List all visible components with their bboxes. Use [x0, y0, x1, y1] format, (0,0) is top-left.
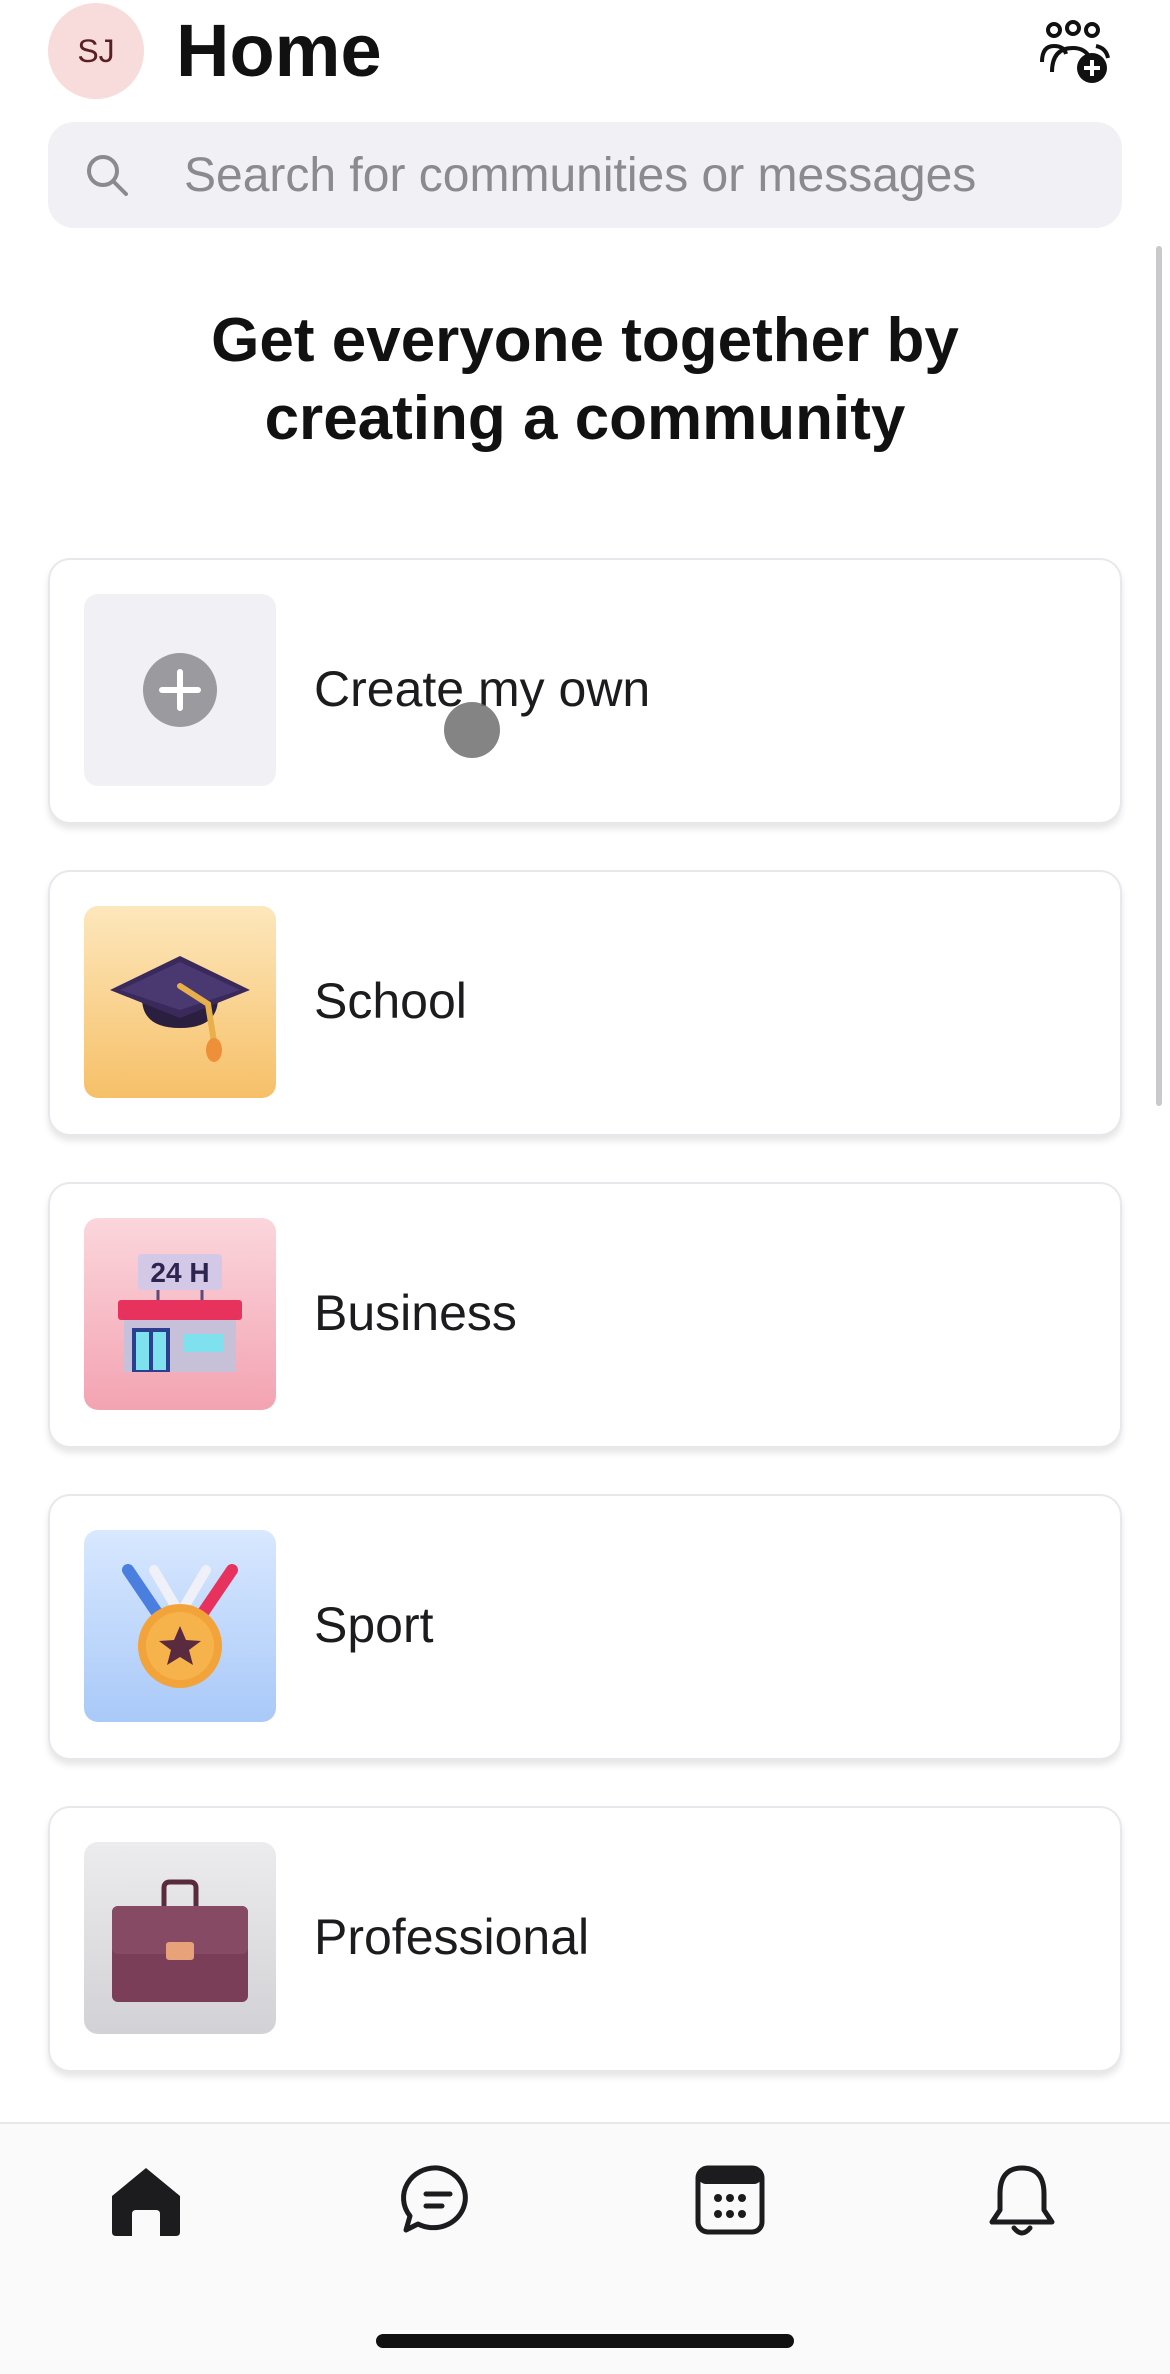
business-card[interactable]: 24 H Business — [48, 1182, 1122, 1448]
business-thumbnail: 24 H — [84, 1218, 276, 1410]
search-icon — [87, 155, 128, 196]
touch-indicator — [444, 702, 500, 758]
create-my-own-card[interactable]: Create my own — [48, 558, 1122, 824]
scrollbar[interactable] — [1156, 246, 1162, 1106]
graduation-cap-icon — [110, 956, 250, 1062]
create-thumbnail — [84, 594, 276, 786]
briefcase-icon — [112, 1879, 248, 2002]
storefront-24h-icon: 24 H — [118, 1254, 242, 1372]
home-indicator[interactable] — [376, 2334, 794, 2348]
professional-thumbnail — [84, 1842, 276, 2034]
app-header: SJ Home — [0, 0, 1170, 100]
professional-card[interactable]: Professional — [48, 1806, 1122, 2072]
search-bar[interactable] — [48, 122, 1122, 228]
card-label: Business — [314, 1285, 517, 1341]
home-icon[interactable] — [106, 2160, 186, 2240]
sport-thumbnail — [84, 1530, 276, 1722]
sport-card[interactable]: Sport — [48, 1494, 1122, 1760]
school-card[interactable]: School — [48, 870, 1122, 1136]
page-title: Home — [176, 9, 382, 92]
medal-icon — [122, 1564, 238, 1688]
chat-bubble-icon[interactable] — [398, 2160, 478, 2240]
school-thumbnail — [84, 906, 276, 1098]
card-label: Professional — [314, 1909, 590, 1965]
card-label: School — [314, 973, 467, 1029]
people-add-icon[interactable] — [1038, 16, 1112, 86]
search-input[interactable] — [184, 142, 1084, 208]
avatar[interactable]: SJ — [48, 3, 144, 99]
svg-text:24 H: 24 H — [150, 1257, 209, 1288]
bell-icon[interactable] — [982, 2160, 1062, 2240]
calendar-icon[interactable] — [690, 2160, 770, 2240]
onboarding-headline: Get everyone together by creating a comm… — [211, 306, 959, 453]
plus-icon — [143, 653, 217, 727]
card-label: Sport — [314, 1597, 434, 1653]
